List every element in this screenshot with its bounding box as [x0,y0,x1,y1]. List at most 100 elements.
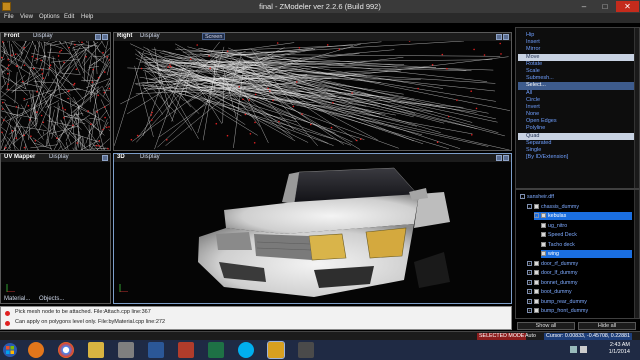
tab-objects[interactable]: Objects... [39,296,64,302]
display-menu[interactable]: Display [33,33,53,39]
menu-file[interactable]: File [4,14,14,20]
command-item[interactable]: Select... [518,82,635,90]
visibility-checkbox[interactable] [541,213,546,219]
volume-icon[interactable] [580,346,587,353]
expand-toggle-icon[interactable]: + [527,270,532,276]
visibility-checkbox[interactable] [534,308,539,314]
tree-node[interactable]: ug_nitro [541,222,632,230]
right-viewport[interactable]: Right Display Screen [113,32,512,151]
visibility-checkbox[interactable] [541,241,546,247]
tree-node-label: door_lf_dummy [541,270,578,276]
command-item[interactable]: Move [518,53,635,61]
maximize-button[interactable]: □ [595,1,615,12]
command-item[interactable]: Polyline [518,125,635,132]
show-all-button[interactable]: Show all [517,322,575,330]
display-menu[interactable]: Display [140,154,160,160]
command-item[interactable]: Invert [518,104,635,111]
visibility-checkbox[interactable] [534,289,539,295]
command-item[interactable]: Circle [518,97,635,104]
minimize-button[interactable]: – [574,1,594,12]
menu-help[interactable]: Help [81,14,93,20]
command-item[interactable]: None [518,111,635,118]
tree-node[interactable]: Speed Deck [541,231,632,239]
expand-toggle-icon[interactable]: + [527,308,532,314]
expand-toggle-icon[interactable]: + [527,289,532,295]
hide-all-button[interactable]: Hide all [578,322,636,330]
lock-icon[interactable] [496,155,502,161]
tree-node[interactable]: + bonnet_dummy [527,279,632,287]
lock-icon[interactable] [102,155,108,161]
selection-mode-badge[interactable]: SELECTED MODE [477,333,527,340]
command-item[interactable]: Insert [518,39,635,46]
app-taskbar-icon[interactable] [298,342,314,358]
auto-label[interactable]: Auto [525,333,536,339]
command-item[interactable]: Hip [518,32,635,39]
visibility-checkbox[interactable] [541,232,546,238]
menu-view[interactable]: View [20,14,33,20]
word-icon[interactable] [148,342,164,358]
command-scrollbar[interactable] [634,28,639,188]
visibility-checkbox[interactable] [534,260,539,266]
chrome-icon[interactable] [58,342,74,358]
expand-toggle-icon[interactable]: + [527,298,532,304]
tree-node[interactable]: - kebulas [534,212,632,220]
display-menu[interactable]: Display [140,33,160,39]
lock-icon[interactable] [95,34,101,40]
menu-options[interactable]: Options [39,14,60,20]
tree-node[interactable]: Tacho deck [541,241,632,249]
close-button[interactable]: ✕ [616,1,639,12]
command-item[interactable]: Single [518,147,635,154]
lock-icon[interactable] [496,34,502,40]
powerpoint-icon[interactable] [178,342,194,358]
zmodeler-taskbar-icon[interactable] [267,341,285,359]
command-item[interactable]: Rotate [518,61,635,68]
visibility-checkbox[interactable] [541,222,546,228]
command-item[interactable]: Submesh... [518,75,635,82]
tree-node[interactable]: + door_lf_dummy [527,269,632,277]
explorer-folder-icon[interactable] [88,342,104,358]
command-item[interactable]: All [518,90,635,97]
display-menu[interactable]: Display [49,154,69,160]
3d-viewport[interactable]: 3D Display [113,153,512,304]
command-item[interactable]: [By ID/Extension] [518,154,635,161]
media-app-icon[interactable] [118,342,134,358]
visibility-checkbox[interactable] [534,279,539,285]
visibility-checkbox[interactable] [534,270,539,276]
tree-scrollbar[interactable] [634,190,639,318]
tree-node[interactable]: - chassis_dummy [527,203,632,211]
firefox-icon[interactable] [28,342,44,358]
expand-toggle-icon[interactable]: - [527,203,532,209]
visibility-checkbox[interactable] [534,203,539,209]
command-item[interactable]: Open Edges [518,118,635,125]
maximize-view-icon[interactable] [102,34,108,40]
command-item[interactable]: Quad [518,132,635,140]
tree-node[interactable]: + door_rf_dummy [527,260,632,268]
uv-mapper-viewport[interactable]: UV Mapper Display Material... Objects... [0,153,111,304]
windows-start-icon[interactable] [2,342,18,358]
tree-node[interactable]: + bump_front_dummy [527,307,632,315]
tree-node[interactable]: + boot_dummy [527,288,632,296]
clock[interactable]: 2:43 AM 1/1/2014 [609,342,630,356]
tree-node[interactable]: wing [541,250,632,258]
visibility-checkbox[interactable] [541,251,546,257]
visibility-checkbox[interactable] [534,298,539,304]
command-item[interactable]: Separated [518,140,635,147]
tab-material[interactable]: Material... [4,296,30,302]
maximize-view-icon[interactable] [503,155,509,161]
expand-toggle-icon[interactable]: + [527,279,532,285]
excel-icon[interactable] [208,342,224,358]
skype-icon[interactable] [238,342,254,358]
tree-node[interactable]: - sansheir.dff [520,193,632,201]
maximize-view-icon[interactable] [503,34,509,40]
expand-toggle-icon[interactable]: - [534,213,539,219]
command-item[interactable]: Mirror [518,46,635,53]
network-icon[interactable] [570,346,577,353]
expand-toggle-icon[interactable]: - [520,194,525,200]
menu-edit[interactable]: Edit [64,14,74,20]
tree-node-label: chassis_dummy [541,203,579,210]
command-item[interactable]: Scale [518,68,635,75]
screen-dropdown[interactable]: Screen [202,33,226,40]
front-viewport[interactable]: Front Display [0,32,111,151]
expand-toggle-icon[interactable]: + [527,260,532,266]
tree-node[interactable]: + bump_rear_dummy [527,298,632,306]
